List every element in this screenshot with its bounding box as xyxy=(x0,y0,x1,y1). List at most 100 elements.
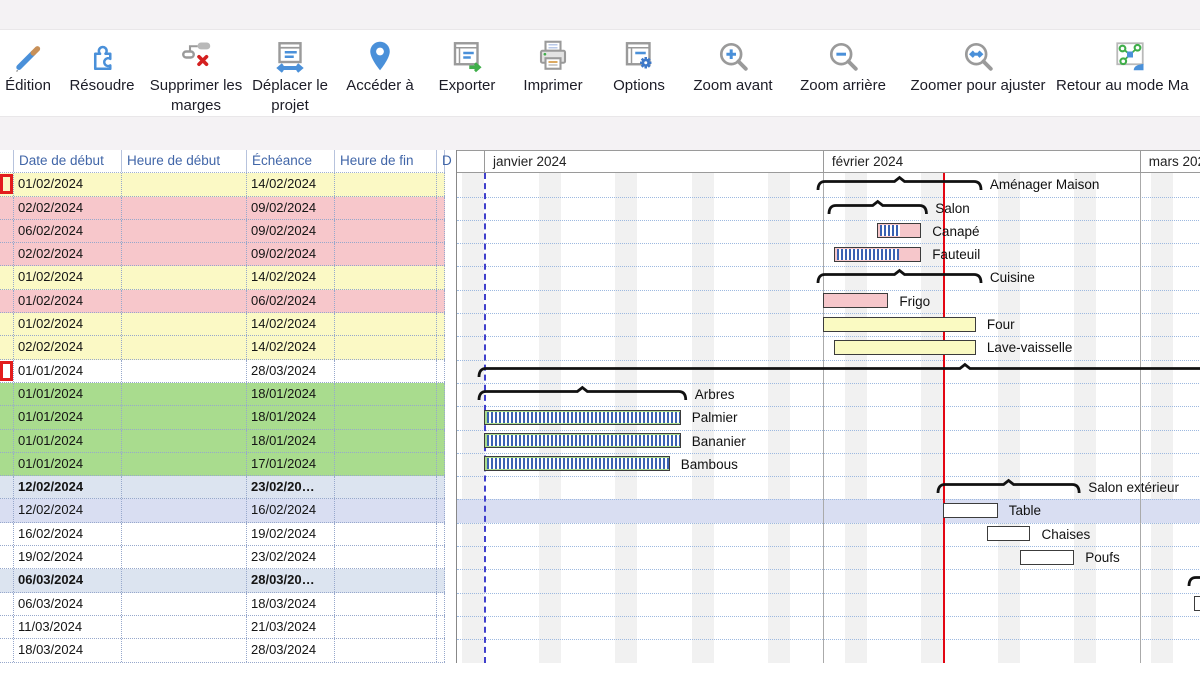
duration-cell[interactable] xyxy=(437,197,445,219)
start-time-cell[interactable] xyxy=(122,616,247,638)
gantt-summary-bracket[interactable] xyxy=(1188,572,1200,588)
end-time-cell[interactable] xyxy=(335,593,437,615)
table-row[interactable]: 11/03/202421/03/2024 xyxy=(0,616,445,639)
resoudre-button[interactable]: Résoudre xyxy=(56,37,148,96)
gantt-summary-bracket[interactable] xyxy=(817,176,982,192)
end-time-cell[interactable] xyxy=(335,336,437,358)
duration-cell[interactable] xyxy=(437,453,445,475)
due-date-cell[interactable]: 17/01/2024 xyxy=(247,453,335,475)
end-time-cell[interactable] xyxy=(335,499,437,521)
supprimer-les-marges-button[interactable]: Supprimer les marges xyxy=(148,37,244,115)
duration-cell[interactable] xyxy=(437,266,445,288)
col-heure-fin[interactable]: Heure de fin xyxy=(335,150,437,172)
table-row[interactable]: 18/03/202428/03/2024 xyxy=(0,639,445,662)
start-date-cell[interactable]: 02/02/2024 xyxy=(14,197,122,219)
gantt-task-bar[interactable] xyxy=(484,433,681,448)
start-time-cell[interactable] xyxy=(122,499,247,521)
end-time-cell[interactable] xyxy=(335,313,437,335)
table-row[interactable]: 06/03/202418/03/2024 xyxy=(0,593,445,616)
deplacer-le-projet-button[interactable]: Déplacer le projet xyxy=(244,37,336,115)
exporter-button[interactable]: Exporter xyxy=(424,37,510,96)
table-row[interactable]: 01/01/202418/01/2024 xyxy=(0,430,445,453)
table-row[interactable]: 01/02/202414/02/2024 xyxy=(0,266,445,289)
table-row[interactable]: 01/01/2024 28/03/2024 xyxy=(0,360,445,383)
start-time-cell[interactable] xyxy=(122,197,247,219)
start-time-cell[interactable] xyxy=(122,523,247,545)
duration-cell[interactable] xyxy=(437,569,445,591)
start-time-cell[interactable] xyxy=(122,569,247,591)
end-time-cell[interactable] xyxy=(335,220,437,242)
gantt-task-bar[interactable] xyxy=(1194,596,1200,611)
due-date-cell[interactable]: 18/03/2024 xyxy=(247,593,335,615)
start-date-cell[interactable]: 06/03/2024 xyxy=(14,569,122,591)
duration-cell[interactable] xyxy=(437,639,445,661)
gantt-task-bar[interactable] xyxy=(823,293,889,308)
gantt-task-bar[interactable] xyxy=(834,247,921,262)
start-date-cell[interactable]: 01/01/2024 xyxy=(14,453,122,475)
start-time-cell[interactable] xyxy=(122,453,247,475)
end-time-cell[interactable] xyxy=(335,453,437,475)
due-date-cell[interactable]: 09/02/2024 xyxy=(247,197,335,219)
start-time-cell[interactable] xyxy=(122,266,247,288)
due-date-cell[interactable]: 18/01/2024 xyxy=(247,383,335,405)
start-date-cell[interactable]: 12/02/2024 xyxy=(14,476,122,498)
gantt-task-bar[interactable] xyxy=(823,317,976,332)
gantt-task-bar[interactable] xyxy=(1020,550,1075,565)
duration-cell[interactable] xyxy=(437,290,445,312)
start-date-cell[interactable]: 19/02/2024 xyxy=(14,546,122,568)
gantt-summary-bracket[interactable] xyxy=(828,200,927,216)
start-date-cell[interactable]: 01/01/2024 xyxy=(14,430,122,452)
due-date-cell[interactable]: 14/02/2024 xyxy=(247,336,335,358)
end-time-cell[interactable] xyxy=(335,430,437,452)
start-time-cell[interactable] xyxy=(122,173,247,195)
table-row[interactable]: 16/02/202419/02/2024 xyxy=(0,523,445,546)
retour-au-mode-button[interactable]: Retour au mode Ma xyxy=(1054,37,1200,96)
duration-cell[interactable] xyxy=(437,406,445,428)
gantt-summary-bracket[interactable] xyxy=(478,363,1200,379)
duration-cell[interactable] xyxy=(437,430,445,452)
start-date-cell[interactable]: 01/02/2024 xyxy=(14,313,122,335)
col-date-debut[interactable]: Date de début xyxy=(14,150,122,172)
gantt-summary-bracket[interactable] xyxy=(817,269,982,285)
gantt-task-bar[interactable] xyxy=(987,526,1031,541)
start-date-cell[interactable]: 01/01/2024 xyxy=(14,406,122,428)
end-time-cell[interactable] xyxy=(335,360,437,382)
start-date-cell[interactable]: 02/02/2024 xyxy=(14,336,122,358)
start-time-cell[interactable] xyxy=(122,406,247,428)
table-row[interactable]: 01/01/2024 17/01/2024 xyxy=(0,453,445,476)
end-time-cell[interactable] xyxy=(335,546,437,568)
gantt-summary-bracket[interactable] xyxy=(478,386,687,402)
due-date-cell[interactable]: 28/03/2024 xyxy=(247,360,335,382)
gantt-task-bar[interactable] xyxy=(877,223,921,238)
table-row[interactable]: 02/02/2024 14/02/2024 xyxy=(0,336,445,359)
start-time-cell[interactable] xyxy=(122,220,247,242)
edition-button[interactable]: Édition xyxy=(0,37,56,96)
due-date-cell[interactable]: 21/03/2024 xyxy=(247,616,335,638)
start-time-cell[interactable] xyxy=(122,383,247,405)
start-time-cell[interactable] xyxy=(122,313,247,335)
duration-cell[interactable] xyxy=(437,173,445,195)
table-row[interactable]: 19/02/2024 23/02/2024 xyxy=(0,546,445,569)
zoomer-pour-ajuster-button[interactable]: Zoomer pour ajuster xyxy=(902,37,1054,96)
due-date-cell[interactable]: 14/02/2024 xyxy=(247,173,335,195)
duration-cell[interactable] xyxy=(437,360,445,382)
end-time-cell[interactable] xyxy=(335,266,437,288)
start-time-cell[interactable] xyxy=(122,290,247,312)
gantt-summary-bracket[interactable] xyxy=(937,479,1080,495)
start-date-cell[interactable]: 06/02/2024 xyxy=(14,220,122,242)
end-time-cell[interactable] xyxy=(335,290,437,312)
start-date-cell[interactable]: 01/01/2024 xyxy=(14,383,122,405)
due-date-cell[interactable]: 09/02/2024 xyxy=(247,243,335,265)
end-time-cell[interactable] xyxy=(335,173,437,195)
imprimer-button[interactable]: Imprimer xyxy=(510,37,596,96)
table-row[interactable]: 01/02/202406/02/2024 xyxy=(0,290,445,313)
due-date-cell[interactable]: 28/03/20… xyxy=(247,569,335,591)
start-date-cell[interactable]: 01/01/2024 xyxy=(14,360,122,382)
due-date-cell[interactable]: 23/02/2024 xyxy=(247,546,335,568)
due-date-cell[interactable]: 14/02/2024 xyxy=(247,313,335,335)
gantt-task-bar[interactable] xyxy=(484,410,681,425)
start-time-cell[interactable] xyxy=(122,639,247,661)
duration-cell[interactable] xyxy=(437,499,445,521)
duration-cell[interactable] xyxy=(437,313,445,335)
end-time-cell[interactable] xyxy=(335,639,437,661)
